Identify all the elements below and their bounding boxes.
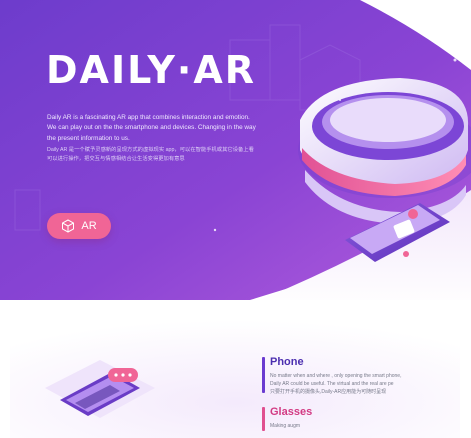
phone-ar-illustration xyxy=(45,360,155,418)
ar-button[interactable]: AR xyxy=(47,213,111,239)
feature-phone-text-line1: No matter when and where , only opening … xyxy=(270,373,402,379)
description-chinese: Daily AR 是一个赋予灵感新的呈现方式的虚拟现实 app，可以在智能手机或… xyxy=(47,147,254,162)
app-title: DAILY·AR xyxy=(46,48,257,92)
ar-button-label: AR xyxy=(81,220,97,232)
feature-phone-text-chinese: 只要打开手机的摄像头,Daily-AR应用能为可随时呈现 xyxy=(270,389,387,395)
feature-accent-bar xyxy=(262,407,265,431)
feature-glasses-text-line1: Making augm xyxy=(270,423,301,429)
feature-glasses: Glasses Making augm xyxy=(262,406,462,431)
feature-phone-title: Phone xyxy=(270,356,304,368)
ar-cube-icon xyxy=(62,219,75,233)
features-list: Phone No matter when and where , only op… xyxy=(262,356,462,431)
description-english: Daily AR is a fascinating AR app that co… xyxy=(47,114,256,142)
feature-glasses-title: Glasses xyxy=(270,406,313,418)
feature-accent-bar xyxy=(262,357,265,393)
feature-phone: Phone No matter when and where , only op… xyxy=(262,356,462,396)
hero-section: DAILY·AR Daily AR is a fascinating AR ap… xyxy=(0,0,471,310)
feature-phone-text-line2: Daily AR could be useful. The virtual an… xyxy=(270,381,394,387)
